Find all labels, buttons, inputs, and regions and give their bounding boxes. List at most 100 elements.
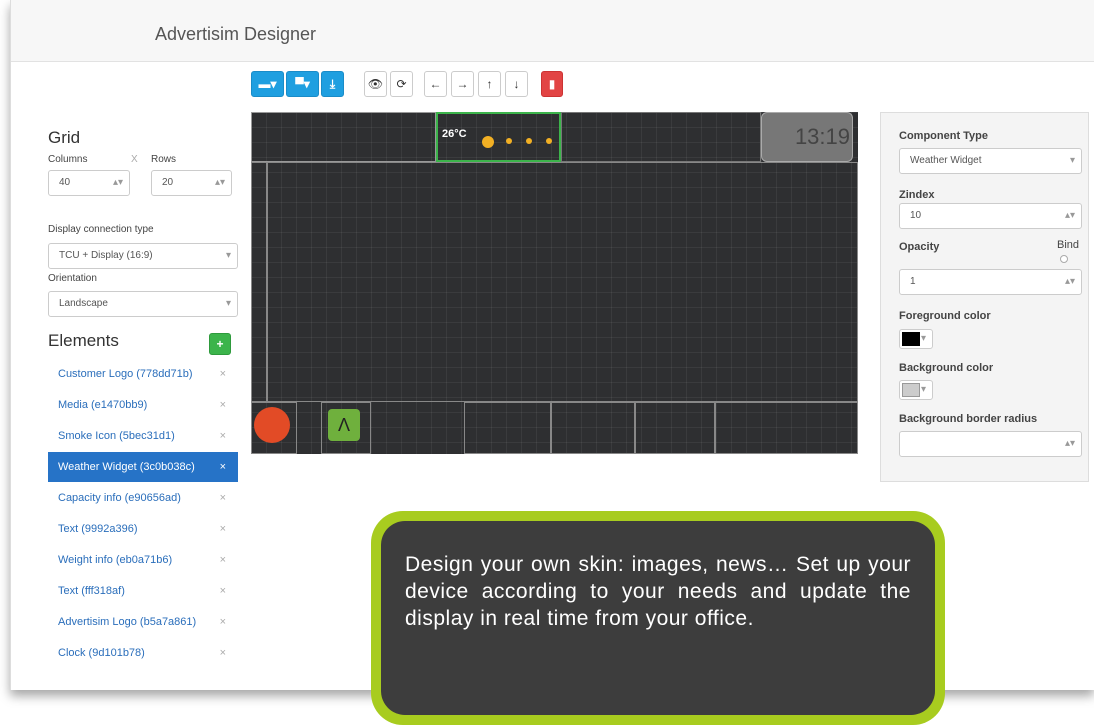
- background-color-picker[interactable]: ▾: [899, 380, 933, 400]
- element-label: Media (e1470bb9): [58, 399, 148, 411]
- move-down-button[interactable]: ↓: [505, 71, 528, 97]
- display-type-label: Display connection type: [48, 224, 154, 235]
- arrow-left-icon: ←: [429, 77, 442, 91]
- temperature-text: 26°C: [442, 128, 467, 140]
- canvas-block[interactable]: [251, 112, 436, 162]
- element-list-item[interactable]: Text (9992a396) ×: [48, 514, 238, 544]
- download-button[interactable]: ⤓: [321, 71, 344, 97]
- properties-panel: Component Type Weather Widget ▾ Zindex 10…: [880, 112, 1089, 482]
- element-label: Weather Widget (3c0b038c): [58, 461, 195, 473]
- smoke-icon-block[interactable]: [251, 402, 297, 454]
- element-list-item[interactable]: Clock (9d101b78) ×: [48, 638, 238, 668]
- bind-label: Bind: [1057, 239, 1080, 251]
- preview-button[interactable]: 👁: [364, 71, 387, 97]
- element-label: Smoke Icon (5bec31d1): [58, 430, 175, 442]
- element-label: Customer Logo (778dd71b): [58, 368, 193, 380]
- remove-element-icon[interactable]: ×: [220, 452, 226, 482]
- arrow-down-icon: ↓: [513, 77, 520, 91]
- sun-icon: [506, 138, 512, 144]
- refresh-button[interactable]: ⟳: [390, 71, 413, 97]
- element-list-item[interactable]: Text (fff318af) ×: [48, 576, 238, 606]
- app-header: Advertisim Designer: [11, 0, 1094, 62]
- refresh-icon: ⟳: [396, 77, 407, 91]
- element-list-item[interactable]: Smoke Icon (5bec31d1) ×: [48, 421, 238, 451]
- arrow-right-icon: →: [456, 77, 469, 91]
- orientation-select[interactable]: Landscape ▾: [48, 291, 238, 317]
- clock-text: 13:19: [794, 124, 850, 149]
- grid-title: Grid: [48, 128, 81, 147]
- remove-element-icon[interactable]: ×: [220, 576, 226, 606]
- opacity-input[interactable]: 1 ▴▾: [899, 269, 1082, 295]
- bind-checkbox[interactable]: [1060, 255, 1068, 263]
- remove-element-icon[interactable]: ×: [220, 607, 226, 637]
- remove-element-icon[interactable]: ×: [220, 545, 226, 575]
- element-label: Text (fff318af): [58, 585, 125, 597]
- element-list-item[interactable]: Advertisim Logo (b5a7a861) ×: [48, 607, 238, 637]
- sun-icon: [526, 138, 532, 144]
- canvas-block[interactable]: [551, 402, 635, 454]
- sun-icon: [482, 136, 494, 148]
- logo-block[interactable]: Λ: [321, 402, 371, 454]
- plus-icon: +: [216, 337, 224, 351]
- zindex-label: Zindex: [899, 189, 935, 201]
- layout-canvas[interactable]: 26°C 13:19 Λ: [251, 112, 858, 454]
- element-list-item[interactable]: Weight info (eb0a71b6) ×: [48, 545, 238, 575]
- border-radius-input[interactable]: ▴▾: [899, 431, 1082, 457]
- element-label: Advertisim Logo (b5a7a861): [58, 616, 197, 628]
- element-label: Text (9992a396): [58, 523, 138, 535]
- delete-button[interactable]: ▮: [541, 71, 563, 97]
- element-label: Capacity info (e90656ad): [58, 492, 181, 504]
- no-smoking-icon: [254, 407, 290, 443]
- columns-label: Columns: [48, 154, 88, 165]
- canvas-block[interactable]: [561, 112, 761, 162]
- remove-element-icon[interactable]: ×: [220, 514, 226, 544]
- promo-callout: Design your own skin: images, news… Set …: [371, 511, 945, 725]
- move-up-button[interactable]: ↑: [478, 71, 501, 97]
- remove-element-icon[interactable]: ×: [220, 483, 226, 513]
- element-label: Clock (9d101b78): [58, 647, 145, 659]
- eye-icon: 👁: [367, 77, 384, 91]
- media-block[interactable]: [267, 162, 858, 402]
- clock-block[interactable]: 13:19: [761, 112, 853, 162]
- border-radius-label: Background border radius: [899, 413, 1038, 425]
- download-icon: ⤓: [329, 77, 336, 91]
- app-title: Advertisim Designer: [155, 24, 317, 44]
- opacity-label: Opacity: [899, 241, 940, 253]
- canvas-block[interactable]: [635, 402, 715, 454]
- canvas-block[interactable]: [464, 402, 551, 454]
- screen-menu-button[interactable]: ▬▾: [251, 71, 284, 97]
- sun-icon: [546, 138, 552, 144]
- remove-element-icon[interactable]: ×: [220, 638, 226, 668]
- advertisim-logo-icon: Λ: [328, 409, 360, 441]
- element-list-item[interactable]: Customer Logo (778dd71b) ×: [48, 359, 238, 389]
- orientation-label: Orientation: [48, 273, 97, 284]
- canvas-block[interactable]: [251, 162, 267, 402]
- weather-widget-block[interactable]: 26°C: [436, 112, 561, 162]
- component-type-select[interactable]: Weather Widget ▾: [899, 148, 1082, 174]
- remove-element-icon[interactable]: ×: [220, 359, 226, 389]
- element-list-item[interactable]: Media (e1470bb9) ×: [48, 390, 238, 420]
- rows-input[interactable]: 20 ▴▾: [151, 170, 232, 196]
- rows-label: Rows: [151, 154, 177, 165]
- columns-input[interactable]: 40 ▴▾: [48, 170, 130, 196]
- background-color-label: Background color: [899, 362, 994, 374]
- elements-title: Elements: [48, 331, 119, 350]
- remove-element-icon[interactable]: ×: [220, 421, 226, 451]
- display-type-select[interactable]: TCU + Display (16:9) ▾: [48, 243, 238, 269]
- move-right-button[interactable]: →: [451, 71, 474, 97]
- grid-separator: X: [131, 154, 138, 165]
- element-label: Weight info (eb0a71b6): [58, 554, 173, 566]
- remove-element-icon[interactable]: ×: [220, 390, 226, 420]
- save-menu-button[interactable]: ▀▾: [286, 71, 319, 97]
- add-element-button[interactable]: +: [209, 333, 231, 355]
- foreground-color-label: Foreground color: [899, 310, 991, 322]
- canvas-block[interactable]: [715, 402, 858, 454]
- trash-icon: ▮: [548, 77, 556, 91]
- arrow-up-icon: ↑: [486, 77, 493, 91]
- element-list-item[interactable]: Weather Widget (3c0b038c) ×: [48, 452, 238, 482]
- zindex-input[interactable]: 10 ▴▾: [899, 203, 1082, 229]
- foreground-color-picker[interactable]: ▾: [899, 329, 933, 349]
- move-left-button[interactable]: ←: [424, 71, 447, 97]
- element-list-item[interactable]: Capacity info (e90656ad) ×: [48, 483, 238, 513]
- component-type-label: Component Type: [899, 130, 989, 142]
